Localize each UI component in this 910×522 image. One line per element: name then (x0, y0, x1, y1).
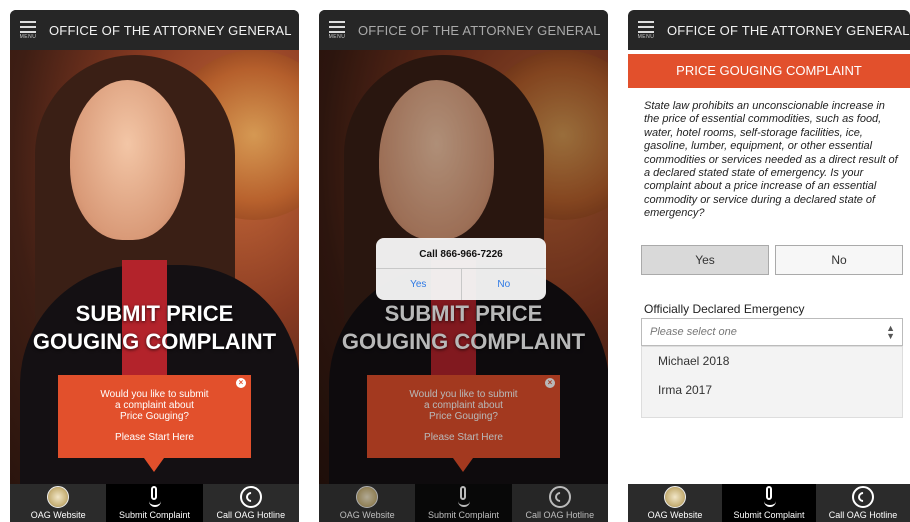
emergency-options: Michael 2018 Irma 2017 (641, 346, 903, 418)
top-bar: MENU OFFICE OF THE ATTORNEY GENERAL (10, 10, 299, 50)
bottom-tab-bar: OAG Website Submit Complaint Call OAG Ho… (628, 484, 910, 522)
tab-call-hotline[interactable]: Call OAG Hotline (203, 484, 299, 522)
tab-oag-website[interactable]: OAG Website (10, 484, 106, 522)
phone-screen-complaint-form: MENU OFFICE OF THE ATTORNEY GENERAL PRIC… (628, 10, 910, 522)
pen-icon (452, 486, 474, 508)
call-no-button[interactable]: No (460, 269, 547, 300)
tab-submit-complaint[interactable]: Submit Complaint (722, 484, 816, 522)
bottom-tab-bar: OAG Website Submit Complaint Call OAG Ho… (10, 484, 299, 522)
app-title: OFFICE OF THE ATTORNEY GENERAL (358, 22, 601, 38)
phone-icon (852, 486, 874, 508)
tab-call-hotline[interactable]: Call OAG Hotline (512, 484, 608, 522)
seal-icon (664, 486, 686, 508)
no-button[interactable]: No (775, 245, 903, 275)
top-bar: MENU OFFICE OF THE ATTORNEY GENERAL (628, 10, 910, 50)
menu-icon[interactable]: MENU (324, 17, 350, 43)
hero-photo: SUBMIT PRICE GOUGING COMPLAINT × Would y… (10, 50, 299, 484)
emergency-select[interactable]: Please select one ▲ ▼ (641, 318, 903, 346)
complaint-description: State law prohibits an unconscionable in… (644, 100, 898, 220)
pen-icon (143, 486, 165, 508)
app-title: OFFICE OF THE ATTORNEY GENERAL (667, 22, 910, 38)
select-placeholder: Please select one (650, 326, 737, 338)
phone-screen-call-dialog: MENU OFFICE OF THE ATTORNEY GENERAL SUBM… (319, 10, 608, 522)
seal-icon (356, 486, 379, 508)
form-title: PRICE GOUGING COMPLAINT (628, 54, 910, 88)
hero-headline: SUBMIT PRICE GOUGING COMPLAINT (32, 301, 277, 354)
app-title: OFFICE OF THE ATTORNEY GENERAL (49, 22, 292, 38)
phone-icon (239, 486, 262, 508)
call-yes-button[interactable]: Yes (376, 269, 461, 300)
yes-button[interactable]: Yes (641, 245, 769, 275)
tab-call-hotline[interactable]: Call OAG Hotline (816, 484, 910, 522)
call-dialog: Call 866-966-7226 Yes No (376, 238, 546, 300)
start-here-link[interactable]: Please Start Here (58, 432, 251, 443)
tab-submit-complaint[interactable]: Submit Complaint (415, 484, 512, 522)
close-icon[interactable]: × (236, 378, 246, 388)
tab-submit-complaint[interactable]: Submit Complaint (106, 484, 203, 522)
option-item[interactable]: Irma 2017 (642, 376, 902, 405)
bottom-tab-bar: OAG Website Submit Complaint Call OAG Ho… (319, 484, 608, 522)
seal-icon (47, 486, 70, 508)
menu-icon[interactable]: MENU (633, 17, 659, 43)
portrait (70, 80, 185, 240)
top-bar: MENU OFFICE OF THE ATTORNEY GENERAL (319, 10, 608, 50)
phone-icon (548, 486, 571, 508)
pen-icon (758, 486, 780, 508)
menu-icon[interactable]: MENU (15, 17, 41, 43)
tab-oag-website[interactable]: OAG Website (628, 484, 722, 522)
emergency-label: Officially Declared Emergency (644, 302, 805, 316)
phone-screen-home: MENU OFFICE OF THE ATTORNEY GENERAL SUBM… (10, 10, 299, 522)
call-dialog-message: Call 866-966-7226 (419, 249, 503, 260)
select-arrows-icon: ▲ ▼ (886, 323, 895, 341)
start-popup[interactable]: × Would you like to submit a complaint a… (58, 375, 251, 472)
tab-oag-website[interactable]: OAG Website (319, 484, 415, 522)
option-item[interactable]: Michael 2018 (642, 347, 902, 376)
